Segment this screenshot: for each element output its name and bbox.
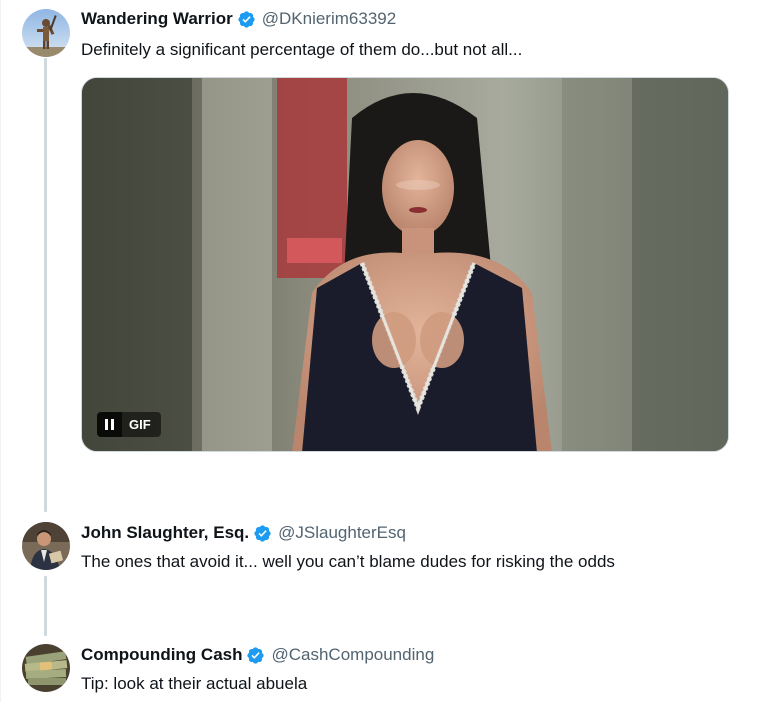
verified-badge-icon[interactable] [237, 10, 256, 29]
tweet-text: Tip: look at their actual abuela [81, 674, 308, 693]
timeline-border [0, 0, 1, 702]
thread-connector-line [44, 576, 47, 636]
tweet-media-gif[interactable]: GIF [81, 77, 729, 452]
man-avatar-icon [22, 522, 70, 570]
tweet-header: Wandering Warrior @DKnierim63392 [81, 9, 396, 29]
thread-connector-line [44, 58, 47, 512]
gif-frame-image [82, 78, 728, 451]
display-name[interactable]: John Slaughter, Esq. [81, 523, 249, 543]
user-handle[interactable]: @CashCompounding [271, 645, 434, 665]
verified-badge-icon[interactable] [246, 646, 265, 665]
tweet-text: Definitely a significant percentage of t… [81, 40, 523, 59]
display-name[interactable]: Compounding Cash [81, 645, 242, 665]
display-name[interactable]: Wandering Warrior [81, 9, 233, 29]
user-handle[interactable]: @DKnierim63392 [262, 9, 396, 29]
tweet-header: Compounding Cash @CashCompounding [81, 645, 434, 665]
gif-badge[interactable]: GIF [97, 412, 161, 437]
gif-label: GIF [122, 412, 161, 437]
tweet-text: The ones that avoid it... well you can’t… [81, 552, 615, 571]
pause-icon[interactable] [97, 412, 122, 437]
verified-badge-icon[interactable] [253, 524, 272, 543]
avatar[interactable] [22, 9, 70, 57]
warrior-avatar-icon [22, 9, 70, 57]
cash-stack-avatar-icon [22, 644, 70, 692]
avatar[interactable] [22, 644, 70, 692]
tweet-header: John Slaughter, Esq. @JSlaughterEsq [81, 523, 406, 543]
avatar[interactable] [22, 522, 70, 570]
user-handle[interactable]: @JSlaughterEsq [278, 523, 406, 543]
